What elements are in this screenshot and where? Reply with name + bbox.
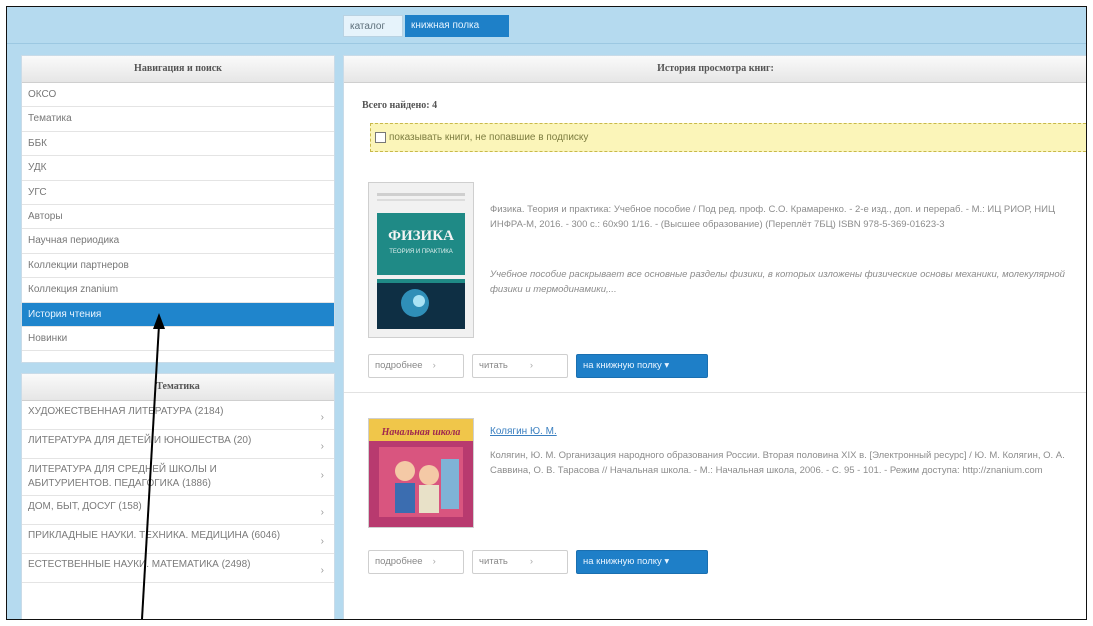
nav-item-okso[interactable]: ОКСО xyxy=(22,83,334,108)
topics-panel: Тематика ХУДОЖЕСТВЕННАЯ ЛИТЕРАТУРА (2184… xyxy=(21,373,335,619)
read-label: читать xyxy=(479,360,508,371)
book-card: Начальная школа Колягин Ю. М. Колягин, Ю… xyxy=(344,418,1086,618)
nav-item-reading-history[interactable]: История чтения xyxy=(22,302,334,327)
nav-item-new-arrivals[interactable]: Новинки xyxy=(22,327,334,352)
nav-item-znanium-collection[interactable]: Коллекция znanium xyxy=(22,278,334,303)
navigation-panel: Навигация и поиск ОКСО Тематика ББК УДК … xyxy=(21,55,335,363)
checkbox[interactable] xyxy=(375,131,386,143)
caret-down-icon: ▾ xyxy=(664,360,670,371)
results-count: Всего найдено: 4 xyxy=(362,100,438,111)
book-cover-image: ФИЗИКА ТЕОРИЯ И ПРАКТИКА xyxy=(369,183,473,337)
top-bar: каталог книжная полка xyxy=(7,7,1086,44)
nav-item-authors[interactable]: Авторы xyxy=(22,205,334,230)
nav-item-periodicals[interactable]: Научная периодика xyxy=(22,229,334,254)
chevron-right-icon: › xyxy=(320,441,324,452)
book-description: Колягин, Ю. М. Организация народного обр… xyxy=(490,450,1065,476)
chevron-right-icon: › xyxy=(320,412,324,423)
app-frame: каталог книжная полка Навигация и поиск … xyxy=(6,6,1087,620)
book-description: Физика. Теория и практика: Учебное пособ… xyxy=(490,204,1055,230)
history-panel: История просмотра книг: Всего найдено: 4… xyxy=(343,55,1086,619)
book-card: ФИЗИКА ТЕОРИЯ И ПРАКТИКА Физика. Теория … xyxy=(344,182,1086,382)
navigation-panel-title: Навигация и поиск xyxy=(22,56,334,83)
details-label: подробнее xyxy=(375,556,423,567)
chevron-right-icon: › xyxy=(432,360,436,371)
topic-label: ПРИКЛАДНЫЕ НАУКИ. ТЕХНИКА. МЕДИЦИНА (604… xyxy=(28,530,281,541)
navigation-list: ОКСО Тематика ББК УДК УГС Авторы Научная… xyxy=(22,83,334,352)
cover-title: Начальная школа xyxy=(381,427,461,438)
topic-item[interactable]: ЕСТЕСТВЕННЫЕ НАУКИ. МАТЕМАТИКА (2498) › xyxy=(22,554,334,583)
chevron-right-icon: › xyxy=(320,470,324,481)
author-link[interactable]: Колягин Ю. М. xyxy=(490,426,557,437)
topic-item[interactable]: ДОМ, БЫТ, ДОСУГ (158) › xyxy=(22,496,334,525)
nav-item-bbk[interactable]: ББК xyxy=(22,132,334,157)
topic-label: ХУДОЖЕСТВЕННАЯ ЛИТЕРАТУРА (2184) xyxy=(28,406,224,417)
topic-label: ЛИТЕРАТУРА ДЛЯ ДЕТЕЙ И ЮНОШЕСТВА (20) xyxy=(28,435,252,446)
topic-item[interactable]: ЛИТЕРАТУРА ДЛЯ ДЕТЕЙ И ЮНОШЕСТВА (20) › xyxy=(22,430,334,459)
nav-item-topics[interactable]: Тематика xyxy=(22,107,334,132)
history-panel-title: История просмотра книг: xyxy=(344,56,1086,83)
nav-item-ugs[interactable]: УГС xyxy=(22,181,334,205)
topic-label: ЛИТЕРАТУРА ДЛЯ СРЕДНЕЙ ШКОЛЫ И АБИТУРИЕН… xyxy=(28,464,217,489)
chevron-right-icon: › xyxy=(432,556,436,567)
caret-down-icon: ▾ xyxy=(664,556,670,567)
subscription-filter[interactable]: показывать книги, не попавшие в подписку xyxy=(370,123,1086,152)
nav-item-partner-collections[interactable]: Коллекции партнеров xyxy=(22,254,334,279)
divider xyxy=(344,392,1086,393)
details-button[interactable]: подробнее › xyxy=(368,354,464,378)
cover-subtitle: ТЕОРИЯ И ПРАКТИКА xyxy=(389,249,453,255)
book-cover[interactable]: ФИЗИКА ТЕОРИЯ И ПРАКТИКА xyxy=(368,182,474,338)
add-to-shelf-label: на книжную полку xyxy=(583,556,662,567)
details-label: подробнее xyxy=(375,360,423,371)
book-cover[interactable]: Начальная школа xyxy=(368,418,474,528)
tab-bookshelf[interactable]: книжная полка xyxy=(405,15,509,37)
subscription-filter-label: показывать книги, не попавшие в подписку xyxy=(389,132,589,143)
book-cover-image: Начальная школа xyxy=(369,419,473,527)
read-button[interactable]: читать › xyxy=(472,550,568,574)
chevron-right-icon: › xyxy=(320,565,324,576)
book-annotation: Учебное пособие раскрывает все основные … xyxy=(490,269,1065,295)
topic-label: ДОМ, БЫТ, ДОСУГ (158) xyxy=(28,501,142,512)
chevron-right-icon: › xyxy=(529,556,534,567)
topic-item[interactable]: ЛИТЕРАТУРА ДЛЯ СРЕДНЕЙ ШКОЛЫ И АБИТУРИЕН… xyxy=(22,459,334,496)
add-to-shelf-button[interactable]: на книжную полку ▾ xyxy=(576,550,708,574)
read-button[interactable]: читать › xyxy=(472,354,568,378)
details-button[interactable]: подробнее › xyxy=(368,550,464,574)
add-to-shelf-button[interactable]: на книжную полку ▾ xyxy=(576,354,708,378)
read-label: читать xyxy=(479,556,508,567)
topic-item[interactable]: ХУДОЖЕСТВЕННАЯ ЛИТЕРАТУРА (2184) › xyxy=(22,401,334,430)
tab-catalog[interactable]: каталог xyxy=(343,15,403,37)
chevron-right-icon: › xyxy=(529,360,534,371)
add-to-shelf-label: на книжную полку xyxy=(583,360,662,371)
chevron-right-icon: › xyxy=(320,536,324,547)
chevron-right-icon: › xyxy=(320,507,324,518)
cover-title: ФИЗИКА xyxy=(388,228,454,244)
nav-item-udk[interactable]: УДК xyxy=(22,156,334,181)
topic-label: ЕСТЕСТВЕННЫЕ НАУКИ. МАТЕМАТИКА (2498) xyxy=(28,559,251,570)
topics-panel-title: Тематика xyxy=(22,374,334,401)
topic-item[interactable]: ПРИКЛАДНЫЕ НАУКИ. ТЕХНИКА. МЕДИЦИНА (604… xyxy=(22,525,334,554)
